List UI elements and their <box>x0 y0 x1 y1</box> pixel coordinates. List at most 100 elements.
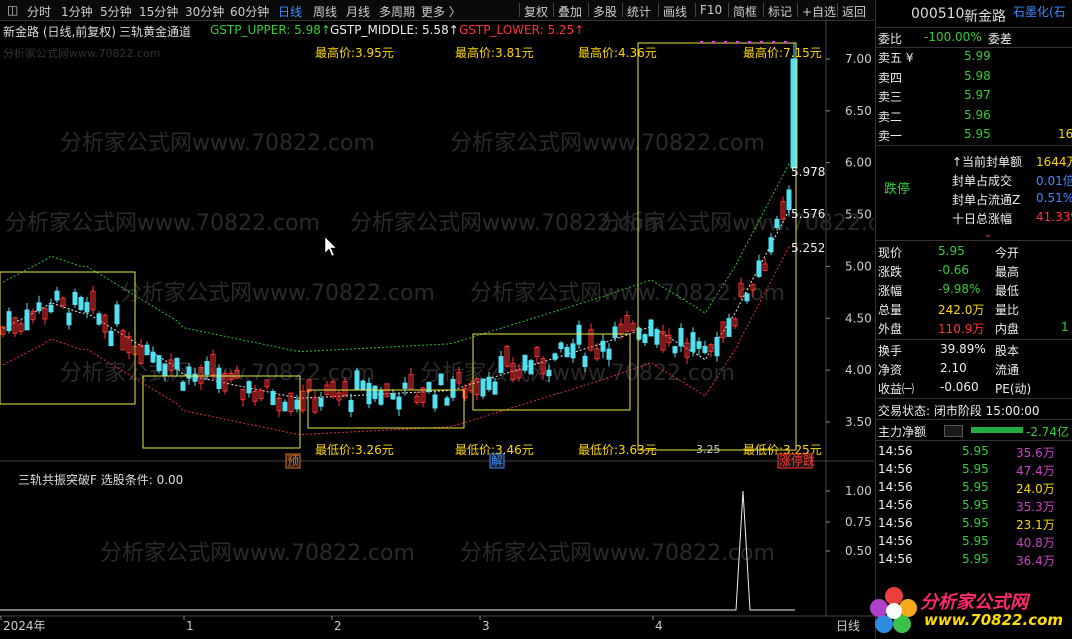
stock-code: 000510 <box>911 6 965 22</box>
stat2-label-2: PE(动) <box>995 382 1032 396</box>
period-tab-5[interactable]: 60分钟 <box>230 3 269 20</box>
tick-time: 14:56 <box>878 480 913 494</box>
tool-button-1[interactable]: 叠加 <box>558 3 582 20</box>
candle-body <box>690 332 696 352</box>
period-toolbar: 分时 1分钟 5分钟 15分钟 30分钟 60分钟 日线 周线 月线 多周期 更多 〉 ◫ 复权 叠加 多股… <box>0 0 874 21</box>
limit-row-label: ↑当前封单额 <box>952 155 1023 169</box>
candle-body <box>582 355 588 368</box>
signal-dot <box>736 41 739 43</box>
candle-body <box>648 319 654 337</box>
x-tick-label: 4 <box>655 619 663 633</box>
tick-time: 14:56 <box>878 444 913 458</box>
stock-name: 新金路 <box>964 9 1006 25</box>
candle-body <box>48 304 54 313</box>
signal-dot <box>760 41 763 43</box>
candle-body <box>564 347 570 358</box>
period-tab-4[interactable]: 30分钟 <box>185 3 224 20</box>
y-tick-label: 6.00 <box>845 156 872 170</box>
weicha-label: 委差 <box>988 32 1013 46</box>
y-tick-label: 3.50 <box>845 415 872 429</box>
watermark-text: 分析家公式网www.70822.com <box>470 281 785 306</box>
candle-body <box>354 370 360 391</box>
tool-button-0[interactable]: 复权 <box>524 3 548 20</box>
x-tick-label: 2 <box>334 619 342 633</box>
tool-button-6[interactable]: 简框 <box>733 3 757 20</box>
sector-link[interactable]: 石墨化(石 <box>1013 3 1066 20</box>
signal-tag: 涨停跌 <box>779 453 815 468</box>
sub-y-tick-label: 0.50 <box>845 544 872 558</box>
layout-icon[interactable]: ◫ <box>7 3 18 17</box>
candle-body <box>216 367 222 389</box>
limit-row-value: 41.33% <box>1036 210 1072 224</box>
stat-value: 110.9万 <box>938 322 985 336</box>
tick-time: 14:56 <box>878 462 913 476</box>
limit-status: 跌停 <box>884 182 911 197</box>
candle-body <box>726 318 732 337</box>
box-high-label: 最高价:3.81元 <box>455 45 534 60</box>
signal-dot <box>772 41 775 43</box>
y-tick-label: 4.00 <box>845 363 872 377</box>
period-tab-0[interactable]: 分时 <box>27 3 51 20</box>
candle-body <box>642 334 648 343</box>
candle-body <box>150 351 156 363</box>
candle-body <box>180 381 186 391</box>
kline-chart[interactable]: 7.00 6.50 6.00 5.50 5.00 4.50 4.00 3.50 1.00 0.75… <box>0 20 874 639</box>
tool-button-7[interactable]: 标记 <box>768 3 792 20</box>
period-tab-1[interactable]: 1分钟 <box>61 3 93 20</box>
period-tab-7[interactable]: 周线 <box>313 3 337 20</box>
period-tab-8[interactable]: 月线 <box>346 3 370 20</box>
tool-button-2[interactable]: 多股 <box>593 3 617 20</box>
period-tab-3[interactable]: 15分钟 <box>139 3 178 20</box>
candle-body <box>756 260 762 277</box>
watermark-text: 分析家公式网www.70822.com <box>5 211 320 236</box>
box-low-label: 最低价:3.26元 <box>315 443 394 457</box>
ask-label: 卖三 <box>878 90 903 104</box>
candle-body <box>552 353 558 360</box>
tick-time: 14:56 <box>878 552 913 566</box>
main-flow-toggle[interactable] <box>944 425 963 437</box>
candle-body <box>768 237 774 253</box>
tool-button-4[interactable]: 画线 <box>663 3 687 20</box>
limit-row-label: 封单占成交 <box>952 174 1013 188</box>
signal-dot <box>700 41 703 43</box>
tool-button-5[interactable]: F10 <box>700 3 722 17</box>
box-high-label: 最高价:7.15元 <box>743 45 822 60</box>
tick-time: 14:56 <box>878 498 913 512</box>
limit-row-label: 十日总涨幅 <box>952 212 1013 226</box>
candle-body <box>702 345 708 353</box>
collapse-icon[interactable]: ⌄ <box>984 229 992 240</box>
chart-canvas: 7.006.506.005.505.004.504.003.501.000.75… <box>0 20 874 633</box>
tool-button-9[interactable]: 返回 <box>842 3 866 20</box>
tick-volume: 40.8万 <box>1016 536 1055 550</box>
ask-label: 卖二 <box>878 109 903 124</box>
period-tab-6[interactable]: 日线 <box>278 3 302 20</box>
candle-body <box>192 373 198 382</box>
ask-price: 5.99 <box>964 49 991 63</box>
candle-body <box>318 398 324 407</box>
tick-price: 5.95 <box>962 516 989 530</box>
candle-body <box>492 381 498 395</box>
candle-body <box>486 376 492 390</box>
candle-body <box>390 393 396 400</box>
candle-body <box>432 394 438 409</box>
low-marker: 3.25 <box>696 443 721 456</box>
indicator-name: 三轨黄金通道 <box>119 25 192 39</box>
period-tab-10[interactable]: 更多 〉 <box>421 3 461 20</box>
brand-logo: 分析家公式网 www.70822.com <box>870 578 1072 639</box>
stat2-label: 换手 <box>878 344 903 358</box>
stat-label: 涨跌 <box>878 265 903 279</box>
tool-button-3[interactable]: 统计 <box>627 3 651 20</box>
lower-band-value: GSTP_LOWER: 5.25↑ <box>459 23 585 37</box>
y-tick-label: 7.00 <box>845 52 872 66</box>
signal-tag: 解 <box>491 454 503 468</box>
period-tab-9[interactable]: 多周期 <box>379 3 415 20</box>
candle-body <box>36 302 42 312</box>
candle-body <box>612 326 618 338</box>
upper-band-line <box>2 163 790 352</box>
candle-body <box>24 309 30 331</box>
period-tab-2[interactable]: 5分钟 <box>100 3 132 20</box>
stat-value: 242.0万 <box>938 303 985 317</box>
stat2-value: 2.10 <box>940 361 967 375</box>
candle-body <box>6 311 12 332</box>
tool-button-8[interactable]: +自选 <box>802 3 836 20</box>
